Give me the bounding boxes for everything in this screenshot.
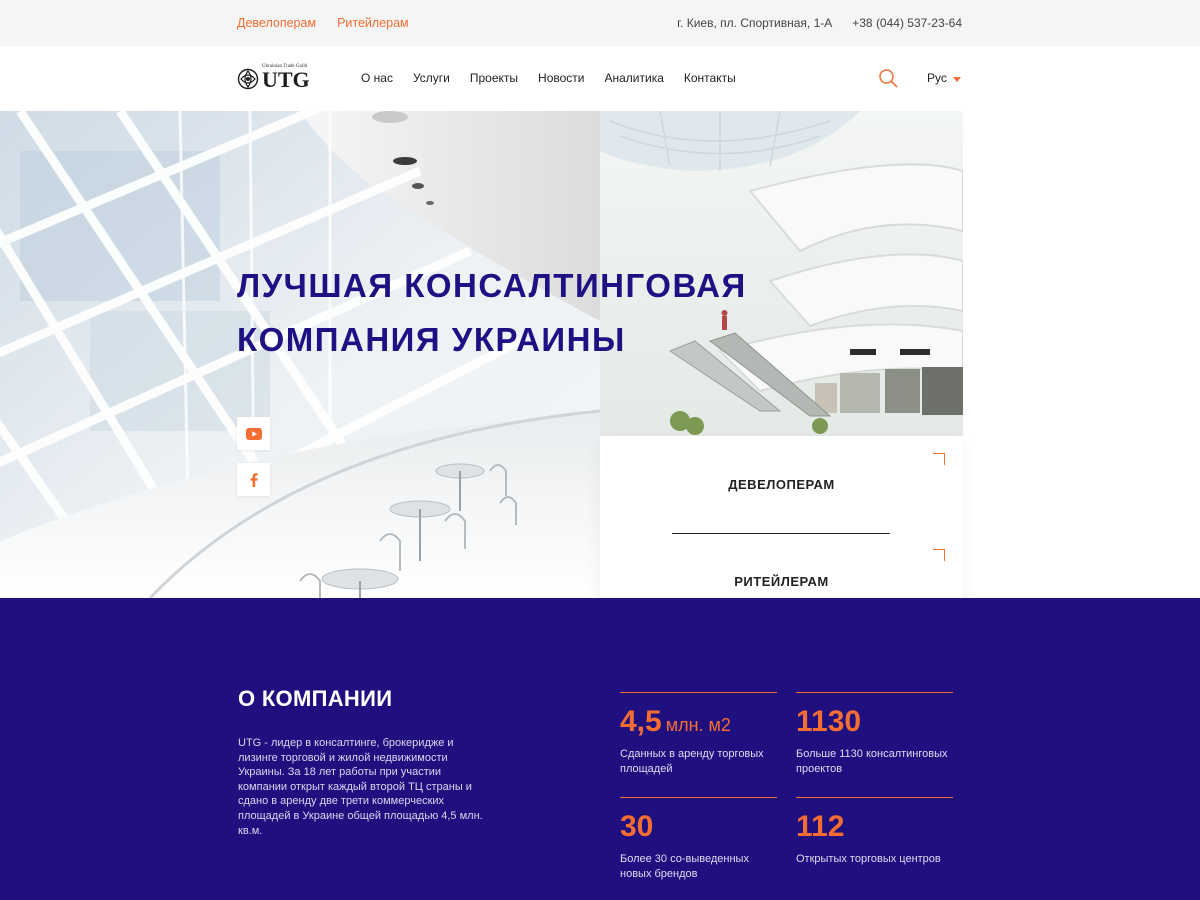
hero-headline: ЛУЧШАЯ КОНСАЛТИНГОВАЯ КОМПАНИЯ УКРАИНЫ — [237, 259, 747, 367]
nav-item-analytics[interactable]: Аналитика — [604, 71, 663, 85]
language-selector[interactable]: Рус — [927, 71, 961, 85]
facebook-icon — [250, 472, 258, 487]
stat-number: 30 — [620, 810, 654, 843]
about-description: UTG - лидер в консалтинге, брокеридже и … — [238, 737, 483, 837]
phone-link[interactable]: +38 (044) 537-23-64 — [852, 16, 962, 30]
contacts: г. Киев, пл. Спортивная, 1-А +38 (044) 5… — [677, 16, 962, 30]
nav-item-services[interactable]: Услуги — [413, 71, 450, 85]
stat-consulting-projects: 1130 Больше 1130 консалтинговых проектов — [796, 692, 953, 775]
main-nav: О нас Услуги Проекты Новости Аналитика К… — [361, 71, 736, 85]
logo-wordmark: Ukrainian Trade Guild UTG — [262, 64, 310, 92]
corner-arrow-icon — [933, 549, 945, 561]
nav-item-about[interactable]: О нас — [361, 71, 393, 85]
stat-label: Сданных в аренду торговых площадей — [620, 748, 764, 775]
chevron-down-icon — [952, 76, 961, 82]
logo-emblem-icon — [237, 68, 259, 90]
stat-value: 30 — [620, 810, 653, 844]
stat-leased-area: 4,5 млн. м2 Сданных в аренду торговых пло… — [620, 692, 777, 775]
stat-unit: млн. м2 — [665, 715, 731, 735]
card-retailers-link[interactable]: РИТЕЙЛЕРАМ — [600, 574, 963, 589]
hero-headline-line-2: КОМПАНИЯ УКРАИНЫ — [237, 321, 626, 358]
stat-label: Больше 1130 консалтинговых проектов — [796, 748, 948, 775]
logo-text: UTG — [262, 67, 310, 92]
stat-number: 112 — [796, 810, 845, 843]
stat-label: Более 30 со-выведенных новых брендов — [620, 853, 749, 880]
hero-headline-line-1: ЛУЧШАЯ КОНСАЛТИНГОВАЯ — [237, 267, 747, 304]
search-icon[interactable] — [878, 68, 898, 88]
about-section: О КОМПАНИИ UTG - лидер в консалтинге, бр… — [0, 598, 1200, 900]
facebook-button[interactable] — [237, 463, 270, 496]
developers-top-link[interactable]: Девелоперам — [237, 16, 316, 30]
utg-logo[interactable]: Ukrainian Trade Guild UTG — [237, 64, 311, 92]
stat-value: 4,5 млн. м2 — [620, 705, 731, 739]
main-header: Ukrainian Trade Guild UTG О нас Услуги П… — [0, 46, 1200, 111]
stat-brands: 30 Более 30 со-выведенных новых брендов — [620, 797, 777, 880]
stat-value: 112 — [796, 810, 844, 844]
top-bar: Девелоперам Ритейлерам г. Киев, пл. Спор… — [0, 0, 1200, 46]
nav-item-projects[interactable]: Проекты — [470, 71, 518, 85]
card-divider — [672, 533, 890, 534]
stat-value: 1130 — [796, 705, 861, 739]
stat-number: 4,5 — [620, 705, 662, 738]
stat-shopping-centers: 112 Открытых торговых центров — [796, 797, 953, 865]
nav-item-news[interactable]: Новости — [538, 71, 584, 85]
language-label: Рус — [927, 71, 947, 85]
card-developers-link[interactable]: ДЕВЕЛОПЕРАМ — [600, 477, 963, 492]
youtube-icon — [245, 427, 262, 440]
corner-arrow-icon — [933, 453, 945, 465]
nav-item-contacts[interactable]: Контакты — [684, 71, 736, 85]
about-title: О КОМПАНИИ — [238, 686, 393, 711]
address-text: г. Киев, пл. Спортивная, 1-А — [677, 16, 833, 30]
retailers-top-link[interactable]: Ритейлерам — [337, 16, 409, 30]
stat-label: Открытых торговых центров — [796, 853, 941, 865]
audience-links: Девелоперам Ритейлерам — [237, 16, 409, 30]
youtube-button[interactable] — [237, 417, 270, 450]
stat-number: 1130 — [796, 705, 862, 738]
